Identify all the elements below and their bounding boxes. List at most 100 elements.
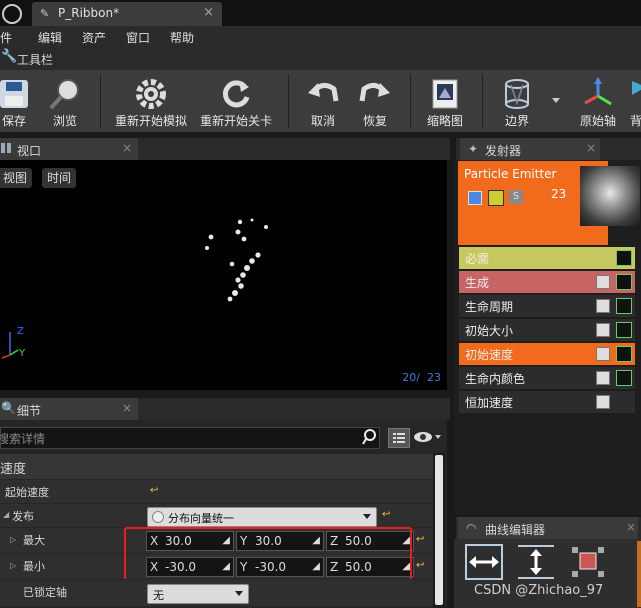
search-details-input[interactable]: 搜索详情 <box>0 427 380 449</box>
row-start-velocity: 起始速度 ↩ <box>0 479 433 504</box>
menu-bar: 文件 编辑 资产 窗口 帮助 <box>0 26 641 46</box>
module-enable-checkbox[interactable] <box>596 323 610 337</box>
module-color-over-life[interactable]: 生命内颜色 <box>459 367 635 389</box>
details-title: 细节 <box>17 404 42 418</box>
module-enable-checkbox[interactable] <box>596 275 610 289</box>
distribution-dropdown[interactable]: 分布向量统一 <box>147 507 377 527</box>
close-viewport-icon[interactable]: × <box>122 141 132 155</box>
bounds-dropdown-arrow-icon[interactable] <box>552 98 560 103</box>
expand-arrow-icon[interactable]: ▷ <box>10 535 16 544</box>
emitter-render-mode-icon[interactable] <box>488 190 504 206</box>
close-emitters-icon[interactable]: × <box>586 141 596 155</box>
reset-arrow-icon[interactable]: ↩ <box>382 509 390 520</box>
thumbnail-picture-icon <box>427 76 463 112</box>
module-initial-velocity[interactable]: 初始速度 <box>459 343 635 365</box>
chevron-down-icon <box>363 514 371 519</box>
curve-editor-toolbar: CSDN @Zhichao_97 <box>454 539 641 608</box>
curve-graph-icon[interactable] <box>616 250 632 266</box>
module-enable-checkbox[interactable] <box>596 371 610 385</box>
browse-button[interactable]: 浏览 <box>40 70 90 132</box>
menu-file[interactable]: 文件 <box>0 29 12 46</box>
highlight-box <box>124 527 412 581</box>
axis-y-label: Y <box>19 348 26 359</box>
fit-horizontal-button[interactable] <box>464 543 504 581</box>
background-button[interactable]: 背 <box>628 70 641 132</box>
curve-graph-icon[interactable] <box>616 346 632 362</box>
curve-editor-tab[interactable]: ◠ 曲线编辑器 × <box>458 517 638 539</box>
search-icon <box>362 429 376 445</box>
toolbar-separator <box>100 74 101 128</box>
close-curve-editor-icon[interactable]: × <box>626 520 636 534</box>
save-button[interactable]: 保存 <box>0 70 36 132</box>
category-velocity[interactable]: 速度 <box>0 453 433 480</box>
expand-arrow-icon[interactable]: ▷ <box>10 561 16 570</box>
emitter-enable-checkbox[interactable] <box>468 191 482 205</box>
emitters-tab[interactable]: ✦ 发射器 × <box>460 138 600 160</box>
menu-window[interactable]: 窗口 <box>126 29 150 46</box>
chevron-down-icon <box>235 591 243 596</box>
reset-arrow-icon[interactable]: ↩ <box>150 485 158 496</box>
undo-button[interactable]: 取消 <box>300 70 346 132</box>
reset-arrow-icon[interactable]: ↩ <box>416 560 424 571</box>
curve-graph-icon[interactable] <box>616 322 632 338</box>
emitter-solo-button[interactable]: S <box>509 190 523 204</box>
thumbnail-button[interactable]: 缩略图 <box>418 70 472 132</box>
toolbar-separator <box>482 74 483 128</box>
wrench-icon: 🔧 <box>1 49 18 64</box>
particle-system-icon: ✎ <box>40 7 50 20</box>
module-spawn[interactable]: 生成 <box>459 271 635 293</box>
details-tab[interactable]: 🔍 细节 × <box>0 398 138 420</box>
viewport-canvas[interactable]: 视图 时间 Z Y 20/ 23 <box>0 160 447 390</box>
particle-preview <box>1 218 268 359</box>
module-enable-checkbox[interactable] <box>596 299 610 313</box>
bounds-cylinder-icon <box>499 76 535 112</box>
module-required[interactable]: 必需 <box>459 247 635 269</box>
undo-arrow-icon <box>305 76 341 112</box>
details-magnifier-icon: 🔍 <box>1 401 16 415</box>
curve-graph-icon[interactable] <box>616 370 632 386</box>
module-const-acceleration[interactable]: 恒加速度 <box>459 391 635 413</box>
redo-button[interactable]: 恢复 <box>352 70 398 132</box>
module-lifetime[interactable]: 生命周期 <box>459 295 635 317</box>
locked-axes-dropdown[interactable]: 无 <box>147 584 249 604</box>
reset-arrow-icon[interactable]: ↩ <box>416 534 424 545</box>
module-initial-size[interactable]: 初始大小 <box>459 319 635 341</box>
close-details-icon[interactable]: × <box>122 401 132 415</box>
fit-horizontal-icon <box>465 544 503 580</box>
emitter-icon: ✦ <box>468 142 479 156</box>
restart-simulation-button[interactable]: 重新开始模拟 <box>110 70 192 132</box>
fit-vertical-button[interactable] <box>516 543 556 581</box>
toolbar-separator <box>288 74 289 128</box>
document-tab-p-ribbon[interactable]: ✎ P_Ribbon* × <box>32 2 222 26</box>
menu-help[interactable]: 帮助 <box>170 29 194 46</box>
visibility-eye-icon[interactable] <box>413 429 441 445</box>
particle-counter: 20/ 23 <box>402 371 441 384</box>
menu-edit[interactable]: 编辑 <box>38 29 62 46</box>
module-enable-checkbox[interactable] <box>596 395 610 409</box>
close-tab-icon[interactable]: × <box>203 5 214 20</box>
curve-graph-icon[interactable] <box>616 298 632 314</box>
viewport-tab[interactable]: 视口 × <box>0 138 138 160</box>
menu-asset[interactable]: 资产 <box>82 29 106 46</box>
module-enable-checkbox[interactable] <box>596 347 610 361</box>
gear-icon <box>133 76 169 112</box>
grid-list-icon <box>393 433 405 443</box>
viewport-grid-icon <box>1 143 11 153</box>
save-disk-icon <box>0 76 32 112</box>
property-matrix-button[interactable] <box>388 428 410 448</box>
fit-selection-button[interactable] <box>568 543 608 581</box>
bounds-button[interactable]: 边界 <box>492 70 542 132</box>
emitter-thumbnail <box>580 166 640 226</box>
emitters-title: 发射器 <box>485 144 522 158</box>
fit-vertical-icon <box>518 545 554 579</box>
details-scrollbar[interactable] <box>433 453 445 608</box>
search-placeholder: 搜索详情 <box>0 432 46 446</box>
expand-arrow-icon[interactable]: ◢ <box>3 510 9 519</box>
origin-axis-button[interactable]: 原始轴 <box>574 70 622 132</box>
viewport-title: 视口 <box>17 144 42 158</box>
toolbar: 保存 浏览 重新开始模拟 重新开始关卡 取消 恢复 缩略图 边界 原始轴 背 <box>0 70 641 132</box>
toolbar-separator <box>410 74 411 128</box>
restart-level-button[interactable]: 重新开始关卡 <box>196 70 276 132</box>
curve-graph-icon[interactable] <box>616 274 632 290</box>
toolbar-panel-header: 🔧 工具栏 <box>0 46 641 71</box>
